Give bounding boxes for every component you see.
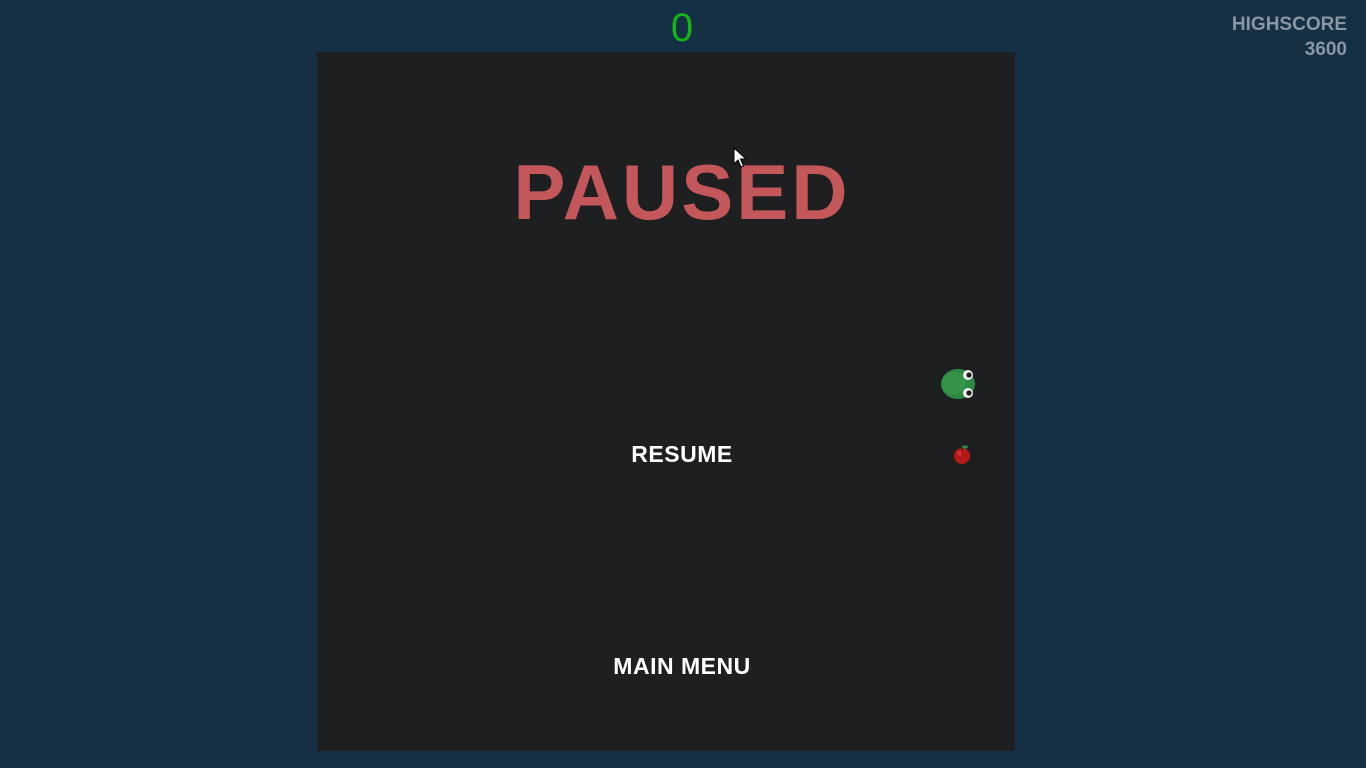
resume-button[interactable]: RESUME — [317, 439, 1015, 469]
current-score: 0 — [670, 6, 694, 50]
highscore-value: 3600 — [1304, 39, 1347, 60]
game-screen: 0 HIGHSCORE 3600 PAUSED RESUME MAIN MENU — [0, 0, 1366, 768]
main-menu-button[interactable]: MAIN MENU — [317, 651, 1015, 681]
paused-title: PAUSED — [513, 148, 851, 236]
snake-head-icon — [941, 369, 975, 399]
highscore-display: HIGHSCORE 3600 — [1232, 12, 1347, 62]
apple-icon — [954, 445, 970, 464]
highscore-label: HIGHSCORE — [1231, 14, 1347, 35]
game-board: PAUSED RESUME MAIN MENU — [317, 52, 1015, 751]
